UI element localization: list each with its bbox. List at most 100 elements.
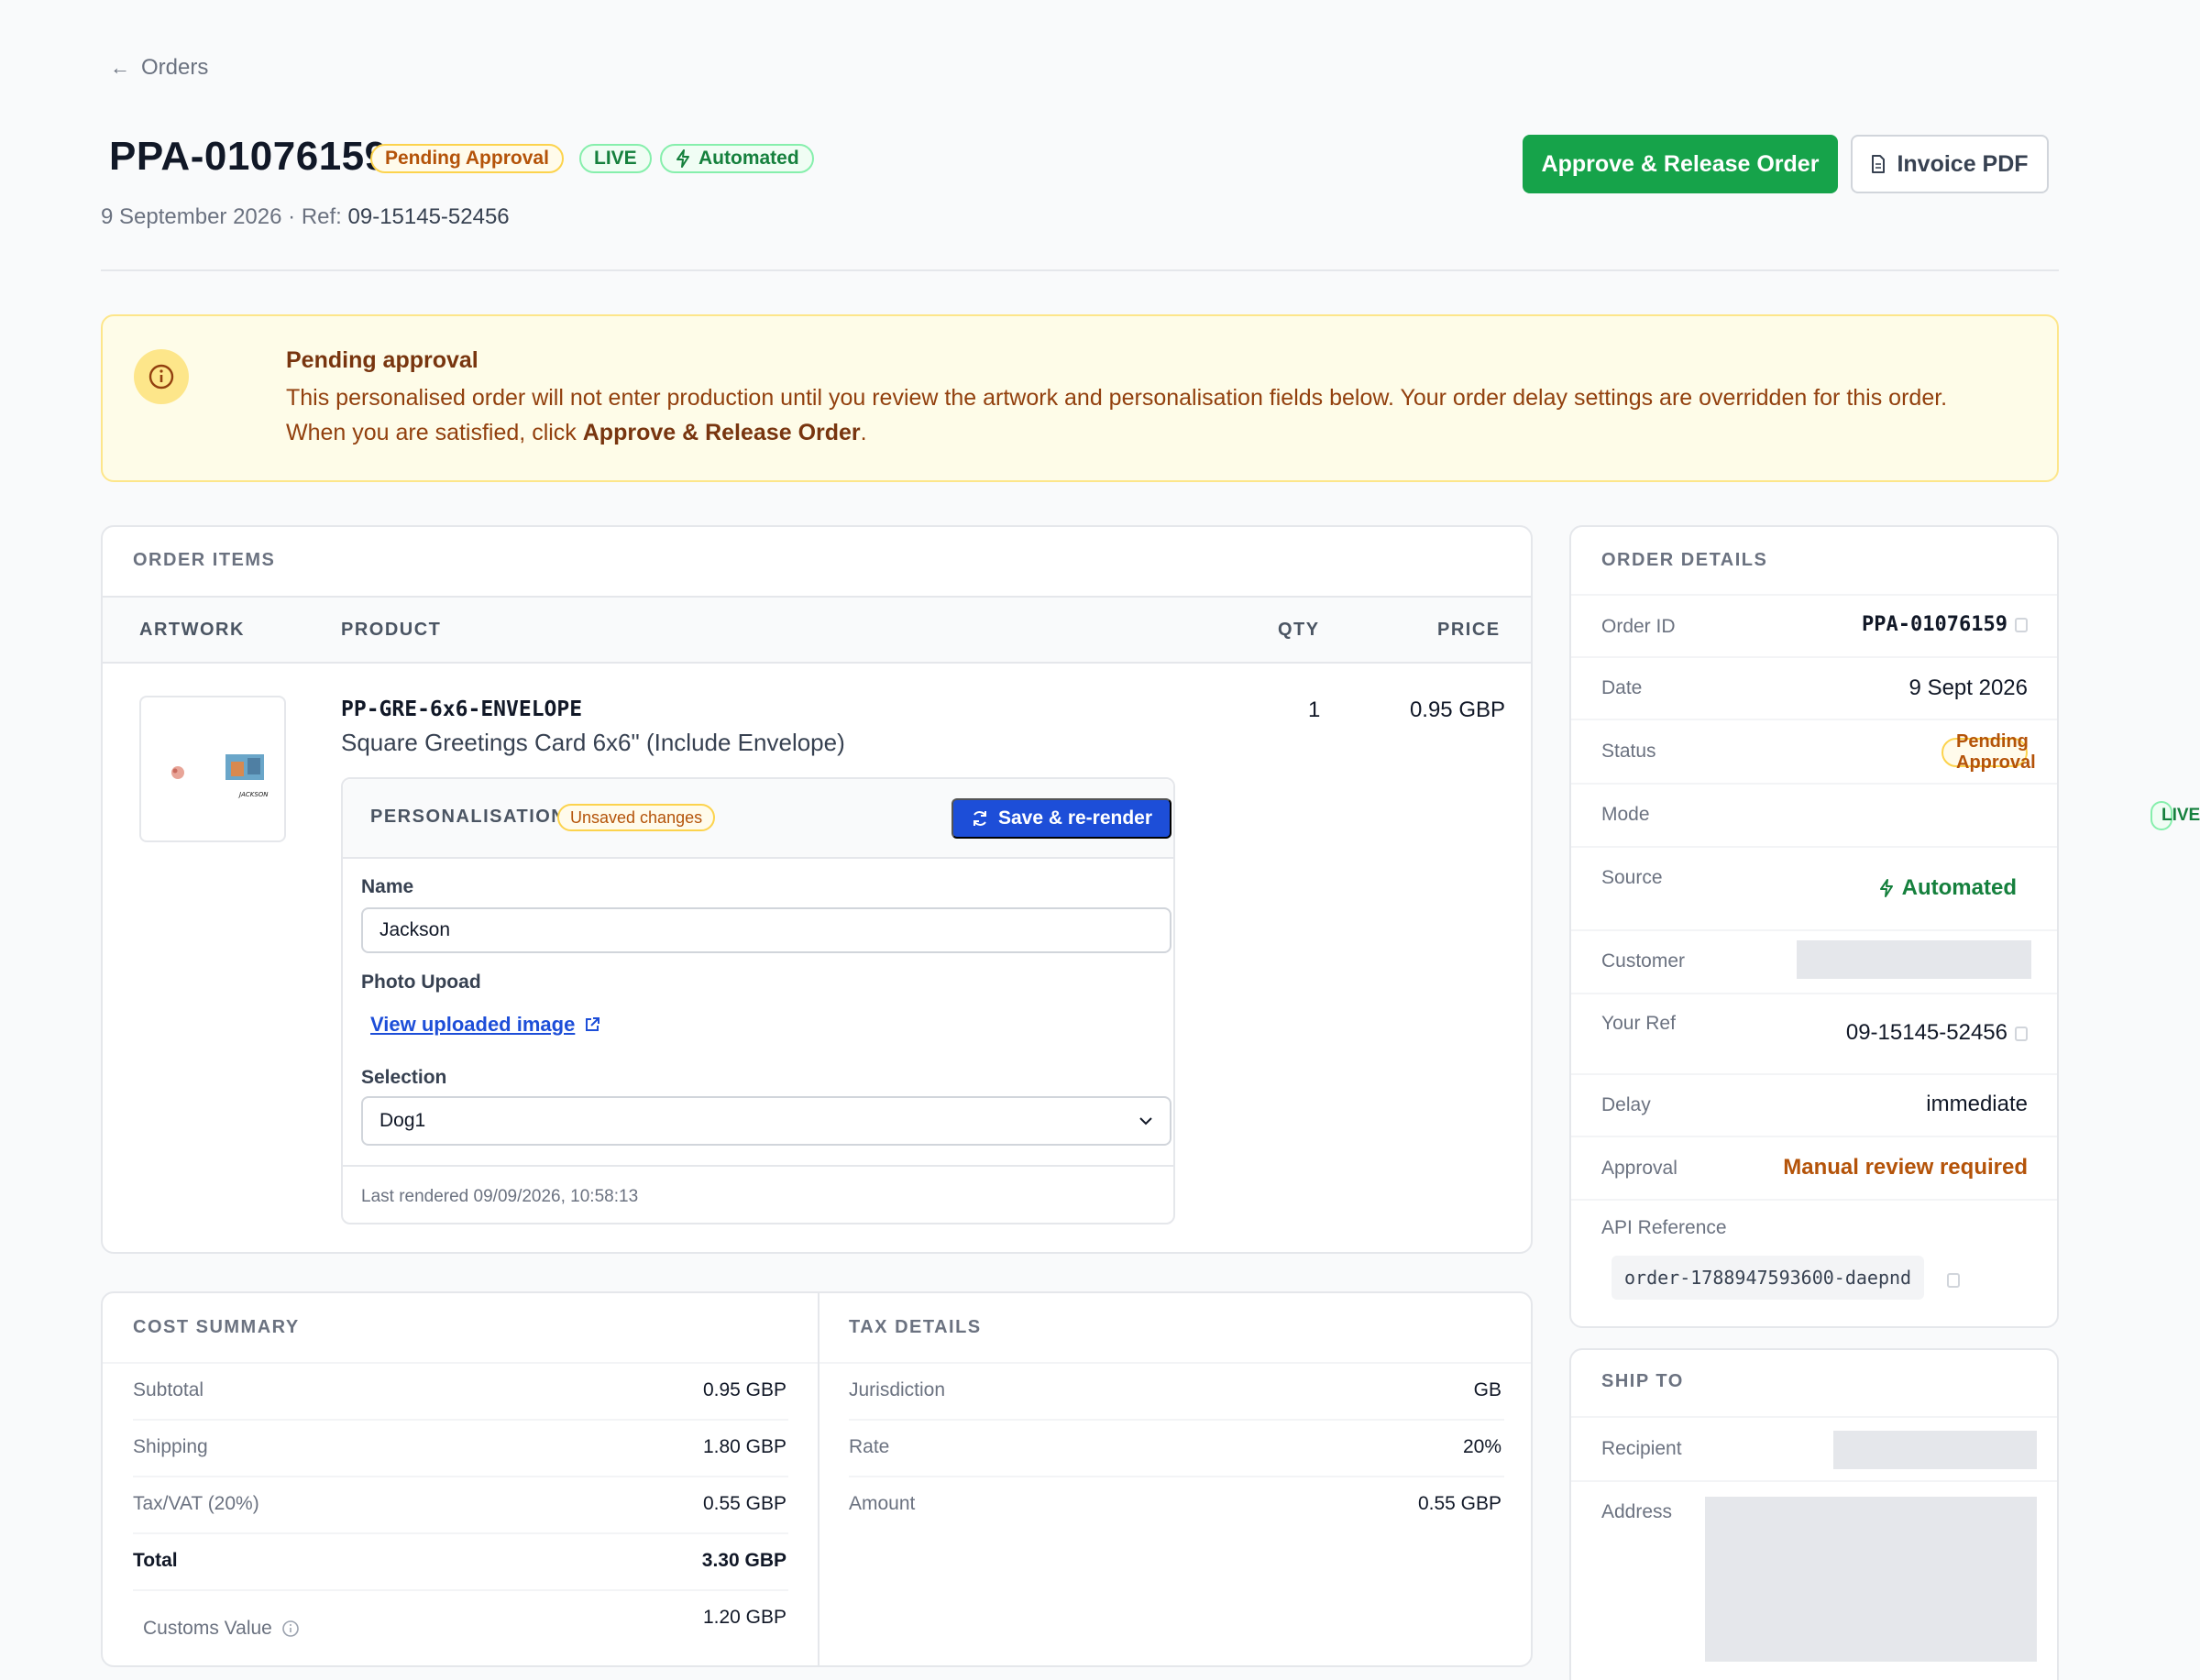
last-rendered-text: Last rendered 09/09/2026, 10:58:13 [361,1187,639,1206]
mode-badge: LIVE [2150,801,2200,830]
col-product: PRODUCT [341,620,442,640]
jurisdiction-value: GB [1473,1379,1502,1400]
selection-value: Dog1 [380,1110,426,1131]
source-label: Source [1601,867,1663,888]
product-name: Square Greetings Card 6x6" (Include Enve… [341,729,845,756]
approve-release-button[interactable]: Approve & Release Order [1523,135,1838,193]
selection-select[interactable]: Dog1 [361,1096,1172,1146]
personalisation-heading: PERSONALISATION [370,807,566,827]
view-uploaded-image-label: View uploaded image [370,1013,576,1036]
order-details-card: ORDER DETAILS Order ID PPA-01076159 Date… [1569,525,2200,1328]
delay-value: immediate [1926,1092,2028,1116]
page-title: PPA-01076159 [109,134,388,179]
order-id-value: PPA-01076159 [1862,613,2008,636]
row-divider [1571,1416,2057,1418]
info-icon[interactable] [281,1620,300,1638]
shipping-value: 1.80 GBP [702,1436,786,1457]
row-divider [849,1419,1504,1421]
address-redacted [1705,1497,2037,1662]
items-table-header: ARTWORK PRODUCT QTY PRICE [103,596,1531,664]
shipping-label: Shipping [133,1436,208,1457]
ship-to-heading: SHIP TO [1601,1371,1684,1391]
row-divider [849,1476,1504,1477]
status-badge: Pending Approval [1942,731,2036,773]
item-qty: 1 [1308,697,1321,722]
back-to-orders-link[interactable]: ← Orders [110,55,208,81]
customs-value-label-wrap: Customs Value [143,1618,300,1640]
order-date: 9 September 2026 [101,204,282,229]
col-qty: QTY [1278,620,1320,640]
rate-label: Rate [849,1436,890,1457]
address-label: Address [1601,1501,1673,1522]
row-divider [1571,846,2057,848]
your-ref-label: Your Ref [1601,1013,1676,1034]
amount-label: Amount [849,1493,916,1514]
row-divider [1571,594,2057,596]
col-price: PRICE [1437,620,1501,640]
personalisation-panel: PERSONALISATION Unsaved changes Save & r… [341,777,1175,1224]
save-rerender-label: Save & re-render [997,807,1153,829]
badge-label: Automated [698,148,799,169]
row-divider [133,1476,788,1477]
customer-redacted [1797,940,2031,979]
customs-value-label: Customs Value [143,1618,272,1639]
api-reference-label: API Reference [1601,1217,1727,1238]
cost-summary-card: COST SUMMARY Subtotal 0.95 GBP Shipping … [101,1291,1533,1667]
customs-value: 1.20 GBP [702,1607,786,1628]
save-rerender-button[interactable]: Save & re-render [952,798,1172,839]
svg-text:JACKSON: JACKSON [237,791,269,798]
ref-value: 09-15145-52456 [347,204,510,229]
alert-title: Pending approval [286,347,478,373]
view-uploaded-image-link[interactable]: View uploaded image [370,1013,600,1037]
row-divider [1571,1199,2057,1201]
invoice-label: Invoice PDF [1897,150,2029,177]
recipient-redacted [1833,1431,2037,1469]
ship-to-card: SHIP TO Recipient Address [1569,1348,2059,1680]
row-divider [1571,993,2057,994]
chevron-down-icon [1139,1117,1152,1125]
photo-upload-label: Photo Upoad [361,972,481,993]
subtotal-value: 0.95 GBP [702,1379,786,1400]
copy-icon[interactable] [1947,1272,1960,1288]
source-value: Automated [1901,875,2017,900]
total-label: Total [133,1550,178,1571]
your-ref-value-wrap: 09-15145-52456 [1846,1020,2028,1046]
lightning-icon [676,149,689,168]
external-link-icon [586,1017,600,1031]
total-value: 3.30 GBP [701,1550,786,1571]
approval-label: Approval [1601,1158,1678,1179]
copy-icon[interactable] [2015,618,2028,632]
alert-body-end: . [860,420,867,445]
mode-badge-live: LIVE [579,144,652,173]
source-value-wrap: Automated [1878,875,2017,901]
row-divider [1571,929,2057,931]
customer-label: Customer [1601,950,1686,972]
artwork-thumbnail[interactable]: JACKSON [139,696,286,842]
ref-prefix: · Ref: [281,204,348,229]
document-icon [1872,155,1886,173]
order-id-value-wrap: PPA-01076159 [1862,613,2028,636]
order-items-card: ORDER ITEMS ARTWORK PRODUCT QTY PRICE JA… [101,525,1533,1254]
cost-summary-heading: COST SUMMARY [133,1317,300,1337]
rate-value: 20% [1462,1436,1502,1457]
row-divider [133,1532,788,1534]
header-divider [101,269,2059,271]
tax-details-heading: TAX DETAILS [849,1317,982,1337]
jurisdiction-label: Jurisdiction [849,1379,946,1400]
invoice-pdf-button[interactable]: Invoice PDF [1851,135,2049,193]
order-items-heading: ORDER ITEMS [133,550,276,570]
lightning-icon [1879,879,1893,897]
copy-icon[interactable] [2015,1026,2028,1041]
row-divider [820,1362,1531,1364]
source-badge-automated: Automated [660,144,814,173]
selection-field-label: Selection [361,1067,447,1088]
your-ref-value: 09-15145-52456 [1845,1020,2008,1045]
mode-label: Mode [1601,804,1650,825]
item-price: 0.95 GBP [1409,697,1505,722]
name-input[interactable]: Jackson [361,907,1172,953]
pending-approval-alert: Pending approval This personalised order… [101,314,2059,482]
tax-vat-value: 0.55 GBP [702,1493,786,1514]
col-artwork: ARTWORK [139,620,245,640]
tax-vat-label: Tax/VAT (20%) [133,1493,259,1514]
delay-label: Delay [1601,1094,1651,1115]
